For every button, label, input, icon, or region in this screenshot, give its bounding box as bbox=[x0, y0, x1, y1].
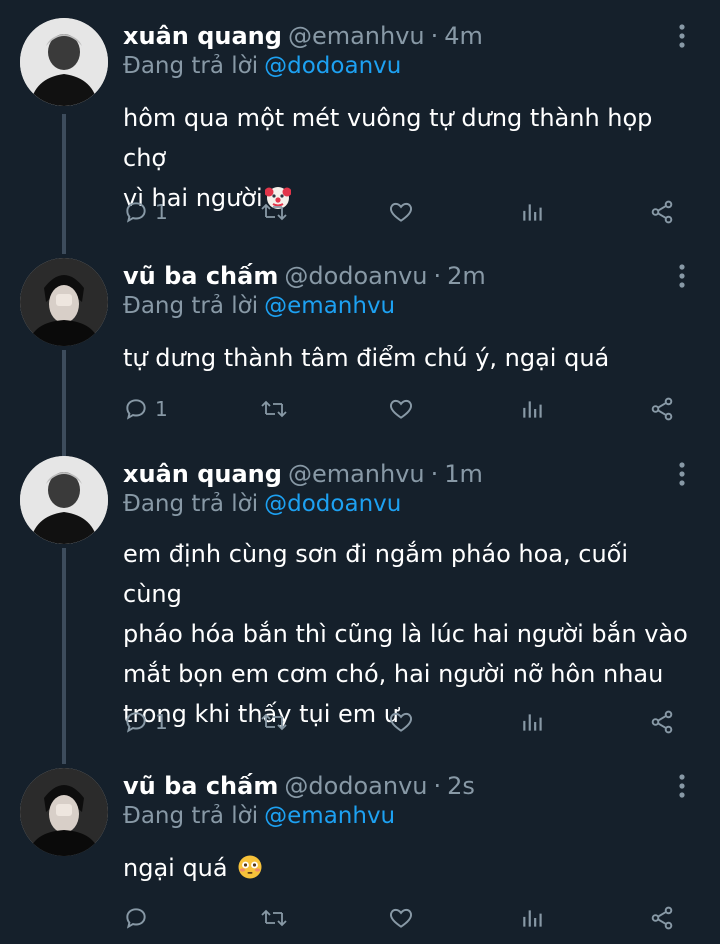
reply-count: 1 bbox=[155, 397, 168, 421]
share-button[interactable] bbox=[649, 394, 675, 424]
timestamp[interactable]: 2m bbox=[447, 262, 486, 290]
share-icon bbox=[651, 710, 673, 734]
timestamp[interactable]: 1m bbox=[444, 460, 483, 488]
display-name[interactable]: vũ ba chấm bbox=[123, 772, 278, 800]
reply-button[interactable] bbox=[123, 903, 155, 933]
tweet-text-content: hôm qua một mét vuông tự dưng thành họp … bbox=[123, 104, 653, 212]
retweet-button[interactable] bbox=[260, 903, 288, 933]
separator-dot: · bbox=[433, 772, 442, 800]
like-button[interactable] bbox=[387, 394, 415, 424]
analytics-icon bbox=[523, 204, 542, 221]
share-icon bbox=[651, 200, 673, 224]
tweet[interactable]: xuân quang @emanhvu · 4m Đang trả lời @dodoa… bbox=[0, 18, 720, 254]
heart-icon bbox=[390, 908, 412, 928]
tweet[interactable]: vũ ba chấm @dodoanvu · 2s Đang trả lời @eman… bbox=[0, 768, 720, 944]
avatar[interactable] bbox=[20, 18, 108, 106]
tweet-actions: 1 bbox=[123, 707, 683, 737]
reply-button[interactable]: 1 bbox=[123, 394, 168, 424]
display-name[interactable]: vũ ba chấm bbox=[123, 262, 278, 290]
tweet-actions: 1 bbox=[123, 394, 683, 424]
timestamp[interactable]: 4m bbox=[444, 22, 483, 50]
share-icon bbox=[651, 397, 673, 421]
share-icon bbox=[651, 906, 673, 930]
reply-count: 1 bbox=[155, 710, 168, 734]
replying-to-label: Đang trả lời bbox=[123, 491, 259, 517]
reply-button[interactable]: 1 bbox=[123, 197, 168, 227]
heart-icon bbox=[390, 712, 412, 732]
views-button[interactable] bbox=[520, 707, 546, 737]
analytics-icon bbox=[523, 401, 542, 418]
retweet-button[interactable] bbox=[260, 197, 288, 227]
flushed-face-emoji-icon bbox=[237, 852, 263, 879]
tweet-text-content: tự dưng thành tâm điểm chú ý, ngại quá bbox=[123, 344, 610, 372]
more-options-icon[interactable] bbox=[674, 460, 690, 488]
reply-icon bbox=[126, 202, 146, 223]
user-handle[interactable]: @dodoanvu bbox=[284, 772, 427, 800]
tweet[interactable]: vũ ba chấm @dodoanvu · 2m Đang trả lời @eman… bbox=[0, 258, 720, 456]
heart-icon bbox=[390, 202, 412, 222]
user-handle[interactable]: @emanhvu bbox=[288, 22, 425, 50]
share-button[interactable] bbox=[649, 903, 675, 933]
separator-dot: · bbox=[430, 22, 439, 50]
retweet-button[interactable] bbox=[260, 394, 288, 424]
replying-to-handle[interactable]: @emanhvu bbox=[264, 803, 395, 829]
replying-to-handle[interactable]: @dodoanvu bbox=[264, 53, 401, 79]
separator-dot: · bbox=[433, 262, 442, 290]
more-options-icon[interactable] bbox=[674, 772, 690, 800]
share-button[interactable] bbox=[649, 707, 675, 737]
analytics-icon bbox=[523, 910, 542, 927]
analytics-icon bbox=[523, 714, 542, 731]
thread-connector-line bbox=[62, 548, 66, 764]
avatar[interactable] bbox=[20, 258, 108, 346]
replying-to-label: Đang trả lời bbox=[123, 803, 259, 829]
replying-to: Đang trả lời @dodoanvu bbox=[123, 486, 401, 522]
separator-dot: · bbox=[430, 460, 439, 488]
timestamp[interactable]: 2s bbox=[447, 772, 475, 800]
reply-button[interactable]: 1 bbox=[123, 707, 168, 737]
replying-to-label: Đang trả lời bbox=[123, 53, 259, 79]
tweet-actions: 1 bbox=[123, 197, 683, 227]
user-handle[interactable]: @dodoanvu bbox=[284, 262, 427, 290]
share-button[interactable] bbox=[649, 197, 675, 227]
replying-to: Đang trả lời @emanhvu bbox=[123, 798, 395, 834]
reply-icon bbox=[126, 908, 146, 929]
retweet-icon bbox=[261, 400, 287, 418]
tweet[interactable]: xuân quang @emanhvu · 1m Đang trả lời @dodoa… bbox=[0, 456, 720, 764]
tweet-actions bbox=[123, 903, 683, 933]
tweet-text: em định cùng sơn đi ngắm pháo hoa, cuối … bbox=[123, 534, 693, 734]
tweet-text-content: ngại quá bbox=[123, 854, 236, 882]
avatar[interactable] bbox=[20, 768, 108, 856]
reply-icon bbox=[126, 712, 146, 733]
like-button[interactable] bbox=[387, 197, 415, 227]
views-button[interactable] bbox=[520, 197, 546, 227]
retweet-icon bbox=[261, 203, 287, 221]
retweet-button[interactable] bbox=[260, 707, 288, 737]
reply-icon bbox=[126, 399, 146, 420]
replying-to-label: Đang trả lời bbox=[123, 293, 259, 319]
views-button[interactable] bbox=[520, 394, 546, 424]
tweet-text-content: em định cùng sơn đi ngắm pháo hoa, cuối … bbox=[123, 540, 688, 728]
replying-to: Đang trả lời @emanhvu bbox=[123, 288, 395, 324]
views-button[interactable] bbox=[520, 903, 546, 933]
display-name[interactable]: xuân quang bbox=[123, 22, 282, 50]
tweet-text: tự dưng thành tâm điểm chú ý, ngại quá bbox=[123, 338, 693, 378]
thread-connector-line bbox=[62, 350, 66, 456]
retweet-icon bbox=[261, 713, 287, 731]
display-name[interactable]: xuân quang bbox=[123, 460, 282, 488]
thread-connector-line bbox=[62, 114, 66, 254]
like-button[interactable] bbox=[387, 903, 415, 933]
reply-count: 1 bbox=[155, 200, 168, 224]
replying-to-handle[interactable]: @dodoanvu bbox=[264, 491, 401, 517]
replying-to-handle[interactable]: @emanhvu bbox=[264, 293, 395, 319]
user-handle[interactable]: @emanhvu bbox=[288, 460, 425, 488]
tweet-text: ngại quá bbox=[123, 848, 693, 888]
like-button[interactable] bbox=[387, 707, 415, 737]
reply-thread: xuân quang @emanhvu · 4m Đang trả lời @dodoa… bbox=[0, 0, 720, 944]
retweet-icon bbox=[261, 909, 287, 927]
heart-icon bbox=[390, 399, 412, 419]
replying-to: Đang trả lời @dodoanvu bbox=[123, 48, 401, 84]
more-options-icon[interactable] bbox=[674, 22, 690, 50]
avatar[interactable] bbox=[20, 456, 108, 544]
more-options-icon[interactable] bbox=[674, 262, 690, 290]
